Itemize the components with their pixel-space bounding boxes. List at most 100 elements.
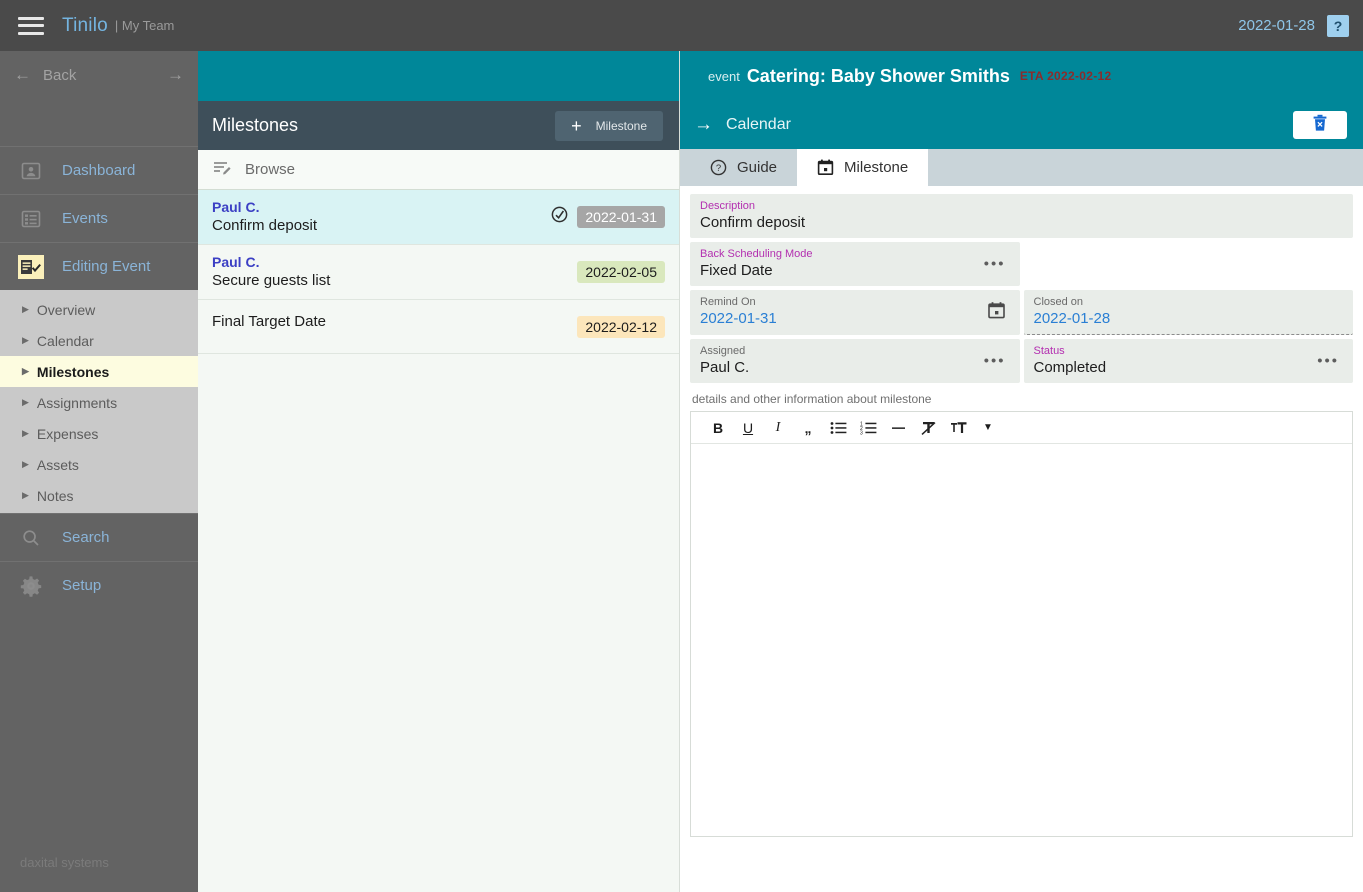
tab-guide[interactable]: ? Guide xyxy=(690,149,797,186)
more-options-icon[interactable]: ••• xyxy=(1317,354,1339,369)
status-field[interactable]: Status Completed ••• xyxy=(1023,339,1353,383)
sidebar-item-editing-event[interactable]: Editing Event xyxy=(0,242,198,290)
sidebar-item-label: Dashboard xyxy=(62,162,136,179)
calendar-icon xyxy=(817,159,834,176)
editor-canvas[interactable] xyxy=(691,444,1352,836)
closed-on-field[interactable]: Closed on 2022-01-28 xyxy=(1023,290,1353,335)
browse-bar[interactable]: Browse xyxy=(198,150,679,190)
svg-text:?: ? xyxy=(716,163,721,174)
numbered-list-icon[interactable]: 123 xyxy=(853,415,883,441)
field-label: Closed on xyxy=(1033,296,1084,308)
caret-right-icon: ▶ xyxy=(22,366,29,376)
table-row[interactable]: Final Target Date 2022-02-12 xyxy=(198,300,679,354)
form-row: Assigned Paul C. ••• Status Completed ••… xyxy=(690,339,1353,383)
detail-panel: event Catering: Baby Shower Smiths ETA 2… xyxy=(680,51,1363,892)
contact-card-icon xyxy=(18,159,44,183)
calendar-nav-link[interactable]: Calendar xyxy=(726,116,791,134)
top-bar-right: 2022-01-28 ? xyxy=(1238,14,1349,37)
sidebar-item-expenses[interactable]: ▶ Expenses xyxy=(0,418,198,449)
sidebar-item-label: Setup xyxy=(62,577,102,594)
status-badge: 2022-02-05 xyxy=(577,261,665,283)
editor-toolbar: B U I „ 123 ▼ xyxy=(691,412,1352,444)
sidebar-item-dashboard[interactable]: Dashboard xyxy=(0,146,198,194)
list-panel-top-fill xyxy=(198,51,679,101)
detail-tabs: ? Guide Milestone xyxy=(680,149,1363,186)
italic-icon[interactable]: I xyxy=(763,415,793,441)
sidebar-footer: daxital systems xyxy=(20,855,109,870)
sidebar-back-label: Back xyxy=(43,66,77,84)
field-label: Assigned xyxy=(700,345,746,357)
sidebar-item-notes[interactable]: ▶ Notes xyxy=(0,480,198,511)
bullet-list-icon[interactable] xyxy=(823,415,853,441)
description-field[interactable]: Description Confirm deposit xyxy=(690,194,1353,238)
notes-hint: details and other information about mile… xyxy=(692,392,932,406)
brand-name: Tinilo xyxy=(62,14,108,36)
hamburger-icon[interactable] xyxy=(18,16,44,35)
caret-right-icon: ▶ xyxy=(22,397,29,407)
milestone-row-meta: 2022-02-12 xyxy=(577,315,665,338)
sidebar-item-milestones[interactable]: ▶ Milestones xyxy=(0,356,198,387)
underline-icon[interactable]: U xyxy=(733,415,763,441)
brand-team-label: | My Team xyxy=(114,18,175,33)
event-kind-label: event xyxy=(708,68,740,84)
gear-icon xyxy=(18,574,44,598)
list-grid-icon xyxy=(18,207,44,231)
sidebar-item-events[interactable]: Events xyxy=(0,194,198,242)
font-size-icon[interactable] xyxy=(943,415,973,441)
field-value: Confirm deposit xyxy=(700,214,806,231)
sidebar-item-overview[interactable]: ▶ Overview xyxy=(0,294,198,325)
milestones-list-panel: Milestones + Milestone Browse Paul C. Co… xyxy=(198,51,680,892)
tab-label: Milestone xyxy=(844,159,909,176)
sidebar-item-label: Search xyxy=(62,529,110,546)
remind-on-field[interactable]: Remind On 2022-01-31 xyxy=(690,290,1020,335)
event-header: event Catering: Baby Shower Smiths ETA 2… xyxy=(680,51,1363,101)
field-value: 2022-01-28 xyxy=(1033,310,1111,327)
sidebar-back-button[interactable]: ← Back → xyxy=(0,51,198,99)
table-row[interactable]: Paul C. Confirm deposit 2022-01-31 xyxy=(198,190,679,245)
panel-title: Milestones xyxy=(212,115,299,135)
sidebar-subitem-label: Expenses xyxy=(36,425,99,442)
table-row[interactable]: Paul C. Secure guests list 2022-02-05 xyxy=(198,245,679,300)
calendar-picker-icon[interactable] xyxy=(987,301,1006,325)
milestone-row-meta: 2022-01-31 xyxy=(551,206,665,228)
arrow-right-icon[interactable]: → xyxy=(167,65,184,85)
delete-button[interactable] xyxy=(1293,111,1347,139)
rich-text-editor[interactable]: B U I „ 123 ▼ xyxy=(690,411,1353,837)
sidebar-item-label: Editing Event xyxy=(62,258,151,275)
sidebar-item-calendar[interactable]: ▶ Calendar xyxy=(0,325,198,356)
detail-subheader: → Calendar xyxy=(680,101,1363,149)
list-panel-header: Milestones + Milestone xyxy=(198,101,679,150)
sidebar-item-search[interactable]: Search xyxy=(0,513,198,561)
help-icon[interactable]: ? xyxy=(1327,14,1349,37)
tab-milestone[interactable]: Milestone xyxy=(797,149,929,186)
status-badge: 2022-01-31 xyxy=(577,206,665,228)
quote-icon[interactable]: „ xyxy=(793,415,823,441)
back-scheduling-mode-field[interactable]: Back Scheduling Mode Fixed Date ••• xyxy=(690,242,1020,286)
milestone-row-meta: 2022-02-05 xyxy=(577,261,665,283)
plus-icon: + xyxy=(571,115,582,136)
bold-icon[interactable]: B xyxy=(703,415,733,441)
milestone-form: Description Confirm deposit Back Schedul… xyxy=(680,186,1363,837)
event-name: Catering: Baby Shower Smiths xyxy=(746,65,1010,86)
more-options-icon[interactable]: ••• xyxy=(984,354,1006,369)
add-milestone-button[interactable]: + Milestone xyxy=(555,110,663,141)
question-circle-icon: ? xyxy=(710,159,727,176)
form-row: Remind On 2022-01-31 Closed on 2022-01-2… xyxy=(690,290,1353,335)
sidebar-item-setup[interactable]: Setup xyxy=(0,561,198,609)
clear-format-icon[interactable] xyxy=(913,415,943,441)
current-date: 2022-01-28 xyxy=(1238,17,1315,34)
field-label: Remind On xyxy=(700,296,756,308)
more-options-icon[interactable]: ••• xyxy=(984,257,1006,272)
magnifier-icon xyxy=(18,526,44,550)
field-label: Back Scheduling Mode xyxy=(700,248,813,260)
sidebar-item-assets[interactable]: ▶ Assets xyxy=(0,449,198,480)
field-value: Fixed Date xyxy=(700,262,773,279)
sidebar-item-assignments[interactable]: ▶ Assignments xyxy=(0,387,198,418)
horizontal-rule-icon[interactable] xyxy=(883,415,913,441)
font-size-caret-icon[interactable]: ▼ xyxy=(973,415,1003,441)
caret-right-icon: ▶ xyxy=(22,459,29,469)
assigned-field[interactable]: Assigned Paul C. ••• xyxy=(690,339,1020,383)
trash-delete-icon xyxy=(1312,114,1328,137)
sidebar: ← Back → Dashboard Events Editing Event xyxy=(0,51,198,892)
caret-right-icon: ▶ xyxy=(22,490,29,500)
